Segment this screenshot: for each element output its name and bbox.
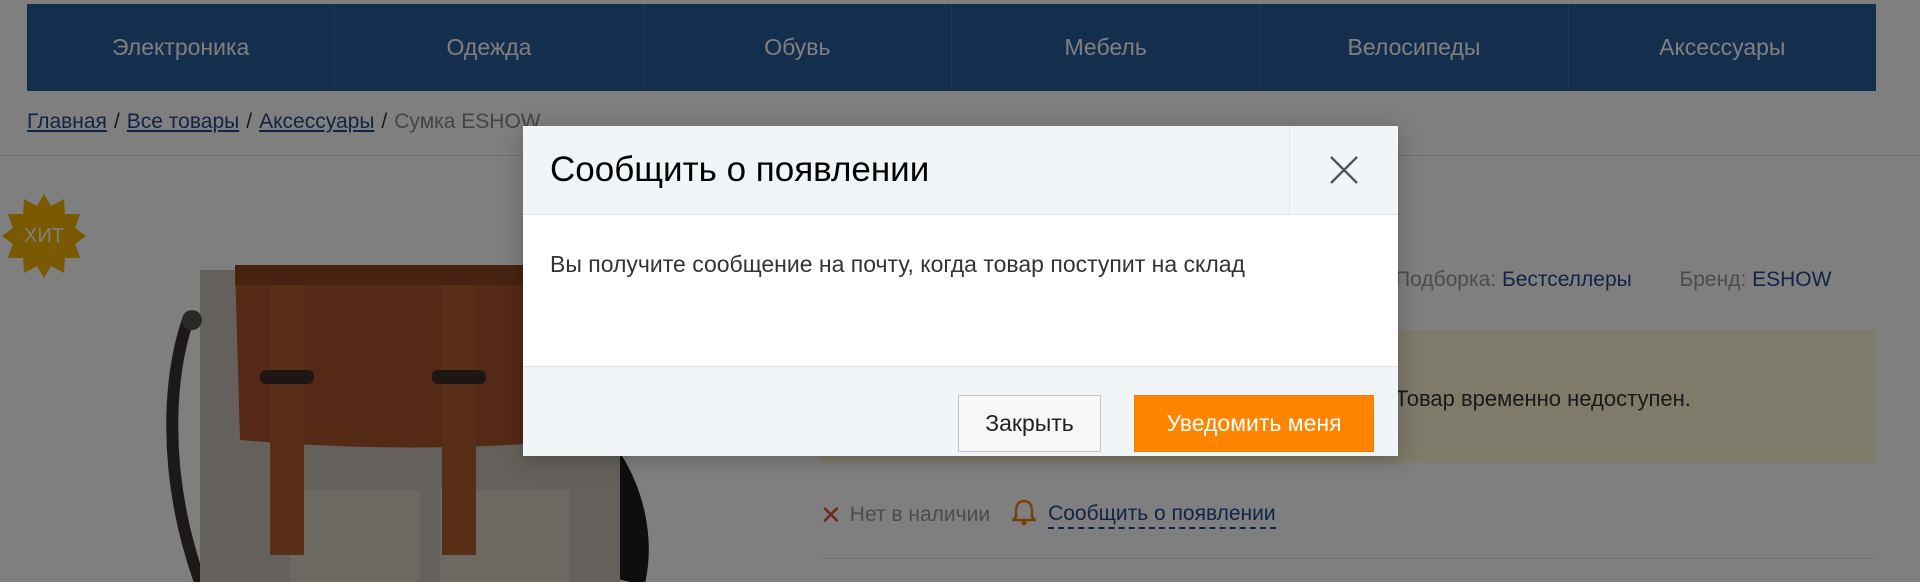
notify-modal: Сообщить о появлении Вы получите сообщен…	[523, 126, 1398, 456]
modal-message: Вы получите сообщение на почту, когда то…	[550, 251, 1245, 277]
modal-body: Вы получите сообщение на почту, когда то…	[523, 215, 1398, 366]
close-button[interactable]: Закрыть	[958, 395, 1101, 452]
modal-title: Сообщить о появлении	[550, 150, 930, 189]
modal-header: Сообщить о появлении	[523, 126, 1398, 215]
modal-close-button[interactable]	[1289, 126, 1398, 214]
close-icon	[1330, 156, 1358, 184]
notify-me-button[interactable]: Уведомить меня	[1134, 395, 1374, 452]
modal-footer: Закрыть Уведомить меня	[523, 366, 1398, 456]
